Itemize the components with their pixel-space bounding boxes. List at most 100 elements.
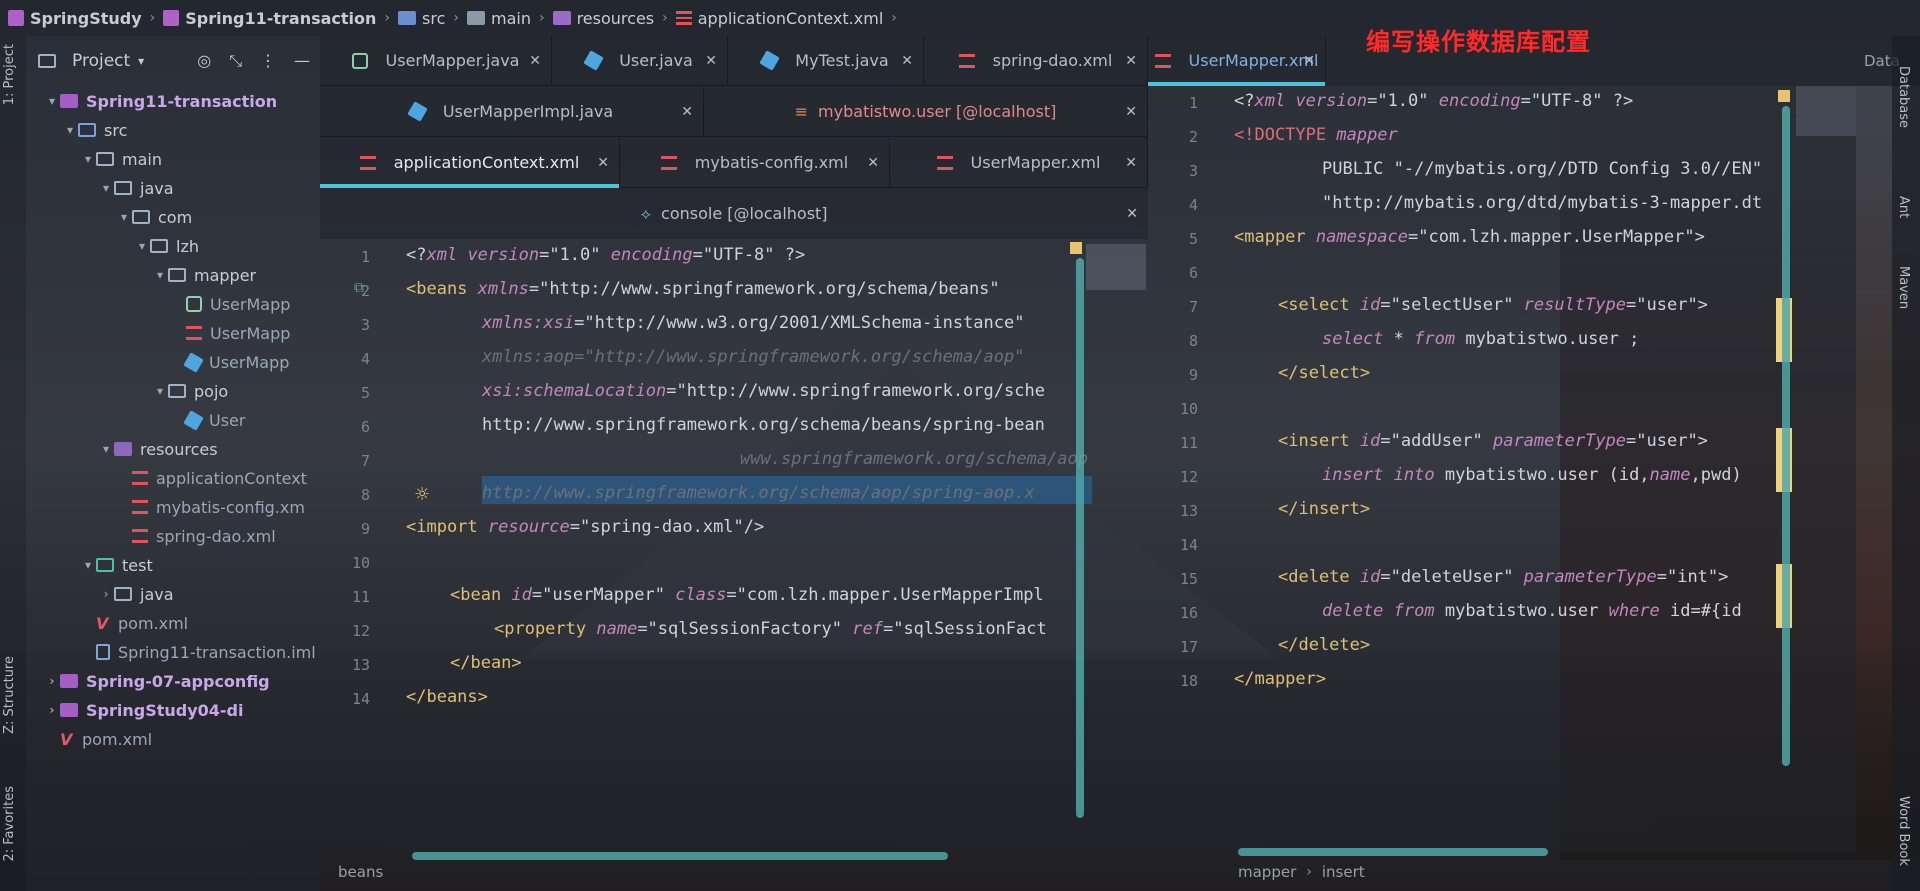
breadcrumb-project[interactable]: SpringStudy bbox=[8, 9, 142, 28]
project-tool-tab[interactable]: 1: Project bbox=[2, 44, 17, 105]
code-line: <bean id="userMapper" class="com.lzh.map… bbox=[450, 585, 1044, 605]
tree-item-iml[interactable]: Spring11-transaction.iml bbox=[96, 637, 316, 667]
tab-applicationcontext-xml[interactable]: applicationContext.xml ✕ bbox=[320, 138, 620, 188]
tab-usermapper-java[interactable]: UserMapper.java ✕ bbox=[320, 36, 552, 86]
chevron-down-icon[interactable]: ▾ bbox=[80, 558, 96, 572]
tree-item-spring07[interactable]: › Spring-07-appconfig bbox=[44, 666, 270, 696]
chevron-down-icon[interactable]: ▾ bbox=[80, 152, 96, 166]
tree-item-test[interactable]: ▾ test bbox=[80, 550, 153, 580]
tree-item-main[interactable]: ▾ main bbox=[80, 144, 162, 174]
line-number: 10 bbox=[1179, 400, 1198, 418]
more-options-icon[interactable]: ⋮ bbox=[260, 51, 276, 71]
tree-item-usermapper-impl[interactable]: UserMapp bbox=[183, 347, 289, 377]
tab-mytest-java[interactable]: MyTest.java ✕ bbox=[728, 36, 924, 86]
warning-marker-icon[interactable] bbox=[1778, 90, 1790, 102]
bean-gutter-icon[interactable]: ⧉ bbox=[354, 280, 364, 296]
breadcrumb-src[interactable]: src bbox=[398, 9, 445, 28]
tab-mybatistwo-user[interactable]: ≡ mybatistwo.user [@localhost] ✕ bbox=[704, 87, 1148, 137]
breadcrumb-resources[interactable]: resources bbox=[552, 9, 654, 28]
vertical-scrollbar[interactable] bbox=[1782, 106, 1790, 766]
tree-item-src[interactable]: ▾ src bbox=[62, 115, 127, 145]
left-code-editor[interactable]: 1 2 3 4 5 6 7 8 9 10 11 12 13 14 ⧉ ☼ <?x… bbox=[320, 238, 1148, 860]
tree-item-pojo[interactable]: ▾ pojo bbox=[152, 376, 228, 406]
tree-item-com[interactable]: ▾ com bbox=[116, 202, 192, 232]
line-number: 17 bbox=[1179, 638, 1198, 656]
wordbook-tool-tab[interactable]: Word Book bbox=[1896, 796, 1911, 866]
close-icon[interactable]: ✕ bbox=[705, 53, 717, 69]
chevron-right-icon[interactable]: › bbox=[44, 674, 60, 688]
breadcrumb-module[interactable]: Spring11-transaction bbox=[163, 9, 376, 28]
vertical-scrollbar[interactable] bbox=[1076, 258, 1084, 818]
line-number: 8 bbox=[360, 486, 370, 504]
tree-item-root-pom[interactable]: Vpom.xml bbox=[60, 724, 152, 754]
ant-tool-tab[interactable]: Ant bbox=[1896, 196, 1911, 218]
breadcrumb-file[interactable]: applicationContext.xml bbox=[675, 9, 883, 28]
tree-item-java[interactable]: ▾ java bbox=[98, 173, 174, 203]
warning-marker-icon[interactable] bbox=[1070, 242, 1082, 254]
tree-item-usermapper-xml[interactable]: UserMapp bbox=[186, 318, 290, 348]
line-number: 4 bbox=[360, 350, 370, 368]
chevron-down-icon[interactable]: ▾ bbox=[44, 94, 60, 108]
class-icon bbox=[759, 50, 781, 71]
close-icon[interactable]: ✕ bbox=[529, 53, 541, 69]
close-icon[interactable]: ✕ bbox=[1125, 155, 1137, 171]
right-code-editor[interactable]: 1 2 3 4 5 6 7 8 9 10 11 12 13 14 15 16 1… bbox=[1148, 86, 1856, 856]
close-icon[interactable]: ✕ bbox=[1303, 53, 1315, 69]
chevron-down-icon[interactable]: ▾ bbox=[138, 54, 144, 68]
tab-console-localhost[interactable]: ⟡ console [@localhost] ✕ bbox=[320, 189, 1148, 239]
locate-icon[interactable]: ◎ bbox=[197, 51, 211, 71]
tree-item-usermapper-interface[interactable]: UserMapp bbox=[186, 289, 290, 319]
tree-item-pom[interactable]: Vpom.xml bbox=[96, 608, 188, 638]
tree-item-user[interactable]: User bbox=[183, 405, 245, 435]
favorites-tool-tab[interactable]: 2: Favorites bbox=[2, 786, 17, 862]
tree-item-module[interactable]: ▾ Spring11-transaction bbox=[44, 86, 277, 116]
breadcrumb-insert[interactable]: insert bbox=[1322, 863, 1365, 881]
tree-item-lzh[interactable]: ▾ lzh bbox=[134, 231, 199, 261]
close-icon[interactable]: ✕ bbox=[867, 155, 879, 171]
breadcrumb-mapper[interactable]: mapper bbox=[1238, 863, 1296, 881]
tree-item-springstudy04[interactable]: › SpringStudy04-di bbox=[44, 695, 244, 725]
chevron-right-icon[interactable]: › bbox=[44, 703, 60, 717]
chevron-down-icon[interactable]: ▾ bbox=[98, 181, 114, 195]
tree-item-test-java[interactable]: › java bbox=[98, 579, 174, 609]
tab-usermapperimpl-java[interactable]: UserMapperImpl.java ✕ bbox=[320, 87, 704, 137]
chevron-down-icon[interactable]: ▾ bbox=[134, 239, 150, 253]
close-icon[interactable]: ✕ bbox=[597, 155, 609, 171]
tab-usermapper-xml-right[interactable]: UserMapper.xml ✕ bbox=[1148, 36, 1326, 86]
source-folder-icon bbox=[398, 11, 417, 25]
tree-item-resources[interactable]: ▾ resources bbox=[98, 434, 218, 464]
chevron-down-icon[interactable]: ▾ bbox=[116, 210, 132, 224]
chevron-down-icon[interactable]: ▾ bbox=[152, 384, 168, 398]
database-tool-tab[interactable]: Database bbox=[1896, 66, 1911, 128]
tree-item-applicationcontext[interactable]: applicationContext bbox=[132, 463, 307, 493]
tree-item-spring-dao[interactable]: spring-dao.xml bbox=[132, 521, 276, 551]
chevron-down-icon[interactable]: ▾ bbox=[152, 268, 168, 282]
close-icon[interactable]: ✕ bbox=[901, 53, 913, 69]
maven-tool-tab[interactable]: Maven bbox=[1896, 266, 1911, 309]
xml-file-icon bbox=[1154, 53, 1171, 68]
tree-item-mapper[interactable]: ▾ mapper bbox=[152, 260, 256, 290]
breadcrumb-beans[interactable]: beans bbox=[338, 863, 383, 881]
lightbulb-icon[interactable]: ☼ bbox=[414, 484, 430, 505]
minimap[interactable] bbox=[1086, 244, 1146, 290]
close-icon[interactable]: ✕ bbox=[681, 104, 693, 120]
xml-file-icon bbox=[186, 326, 202, 340]
module-icon bbox=[8, 10, 24, 26]
project-view-selector[interactable]: Project bbox=[72, 51, 130, 71]
tab-mybatis-config-xml[interactable]: mybatis-config.xml ✕ bbox=[620, 138, 890, 188]
chevron-right-icon[interactable]: › bbox=[98, 587, 114, 601]
tab-usermapper-xml-left[interactable]: UserMapper.xml ✕ bbox=[890, 138, 1148, 188]
tree-item-mybatis-config[interactable]: mybatis-config.xm bbox=[132, 492, 305, 522]
tab-user-java[interactable]: User.java ✕ bbox=[552, 36, 728, 86]
chevron-down-icon[interactable]: ▾ bbox=[62, 123, 78, 137]
close-icon[interactable]: ✕ bbox=[1126, 206, 1138, 222]
close-icon[interactable]: ✕ bbox=[1125, 53, 1137, 69]
chevron-down-icon[interactable]: ▾ bbox=[98, 442, 114, 456]
breadcrumb-main[interactable]: main bbox=[466, 9, 531, 28]
minimize-icon[interactable]: — bbox=[294, 51, 310, 71]
close-icon[interactable]: ✕ bbox=[1125, 104, 1137, 120]
tab-spring-dao-xml[interactable]: spring-dao.xml ✕ bbox=[924, 36, 1148, 86]
minimap[interactable] bbox=[1796, 86, 1856, 136]
structure-tool-tab[interactable]: Z: Structure bbox=[2, 656, 17, 734]
collapse-all-icon[interactable]: ⤡ bbox=[229, 51, 242, 71]
